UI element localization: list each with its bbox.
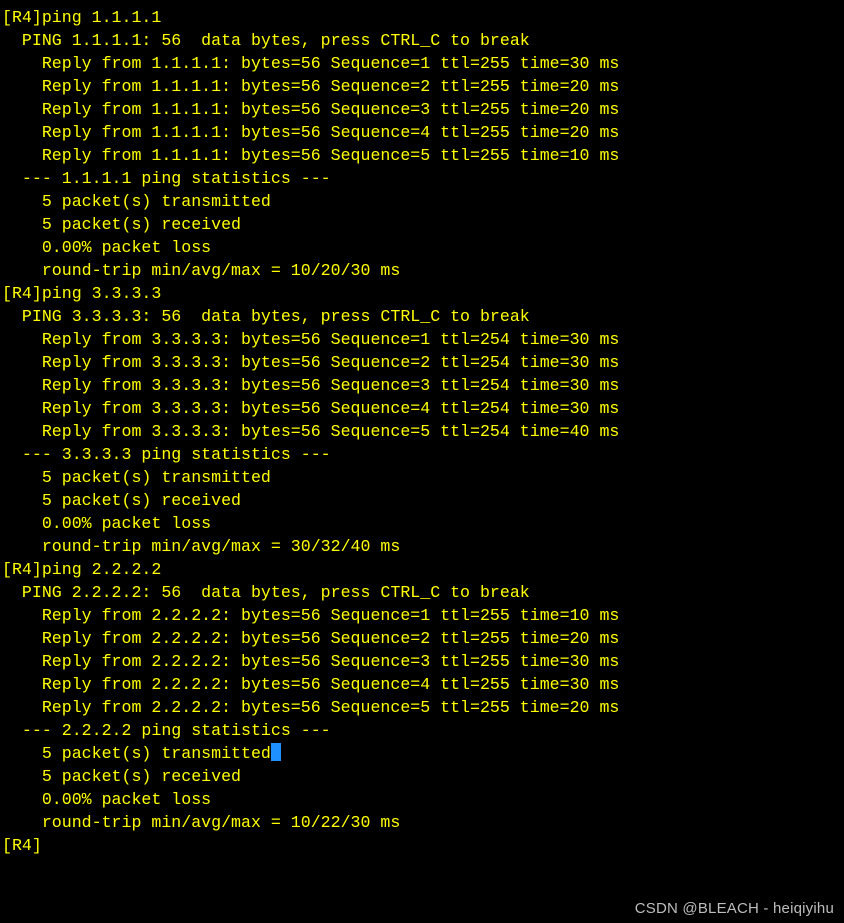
stats-line: round-trip min/avg/max = 10/22/30 ms: [2, 811, 844, 834]
ping-reply: Reply from 2.2.2.2: bytes=56 Sequence=2 …: [2, 627, 844, 650]
ping-reply: Reply from 3.3.3.3: bytes=56 Sequence=5 …: [2, 420, 844, 443]
stats-line: 5 packet(s) received: [2, 213, 844, 236]
ping-reply: Reply from 3.3.3.3: bytes=56 Sequence=3 …: [2, 374, 844, 397]
ping-reply: Reply from 3.3.3.3: bytes=56 Sequence=2 …: [2, 351, 844, 374]
command-line[interactable]: [R4]ping 1.1.1.1: [2, 6, 844, 29]
ping-reply: Reply from 3.3.3.3: bytes=56 Sequence=1 …: [2, 328, 844, 351]
stats-header: --- 2.2.2.2 ping statistics ---: [2, 719, 844, 742]
terminal-output[interactable]: [R4]ping 1.1.1.1 PING 1.1.1.1: 56 data b…: [0, 0, 844, 923]
ping-header: PING 2.2.2.2: 56 data bytes, press CTRL_…: [2, 581, 844, 604]
ping-reply: Reply from 1.1.1.1: bytes=56 Sequence=1 …: [2, 52, 844, 75]
stats-line: 0.00% packet loss: [2, 788, 844, 811]
ping-reply: Reply from 1.1.1.1: bytes=56 Sequence=4 …: [2, 121, 844, 144]
ping-header: PING 1.1.1.1: 56 data bytes, press CTRL_…: [2, 29, 844, 52]
stats-line: 5 packet(s) transmitted: [2, 466, 844, 489]
ping-reply: Reply from 1.1.1.1: bytes=56 Sequence=3 …: [2, 98, 844, 121]
ping-header: PING 3.3.3.3: 56 data bytes, press CTRL_…: [2, 305, 844, 328]
stats-line: 5 packet(s) transmitted: [2, 190, 844, 213]
ping-reply: Reply from 2.2.2.2: bytes=56 Sequence=5 …: [2, 696, 844, 719]
ping-reply: Reply from 1.1.1.1: bytes=56 Sequence=5 …: [2, 144, 844, 167]
stats-line: 5 packet(s) received: [2, 765, 844, 788]
stats-header: --- 1.1.1.1 ping statistics ---: [2, 167, 844, 190]
ping-reply: Reply from 1.1.1.1: bytes=56 Sequence=2 …: [2, 75, 844, 98]
stats-line: 5 packet(s) transmitted: [2, 742, 844, 765]
ping-reply: Reply from 3.3.3.3: bytes=56 Sequence=4 …: [2, 397, 844, 420]
command-line[interactable]: [R4]ping 2.2.2.2: [2, 558, 844, 581]
stats-line: 0.00% packet loss: [2, 236, 844, 259]
ping-reply: Reply from 2.2.2.2: bytes=56 Sequence=4 …: [2, 673, 844, 696]
stats-line: 0.00% packet loss: [2, 512, 844, 535]
ping-reply: Reply from 2.2.2.2: bytes=56 Sequence=1 …: [2, 604, 844, 627]
watermark-label: CSDN @BLEACH - heiqiyihu: [635, 900, 834, 917]
stats-header: --- 3.3.3.3 ping statistics ---: [2, 443, 844, 466]
prompt-line[interactable]: [R4]: [2, 834, 844, 857]
stats-line: round-trip min/avg/max = 30/32/40 ms: [2, 535, 844, 558]
stats-line: round-trip min/avg/max = 10/20/30 ms: [2, 259, 844, 282]
text-cursor: [271, 743, 281, 761]
command-line[interactable]: [R4]ping 3.3.3.3: [2, 282, 844, 305]
ping-reply: Reply from 2.2.2.2: bytes=56 Sequence=3 …: [2, 650, 844, 673]
stats-line: 5 packet(s) received: [2, 489, 844, 512]
